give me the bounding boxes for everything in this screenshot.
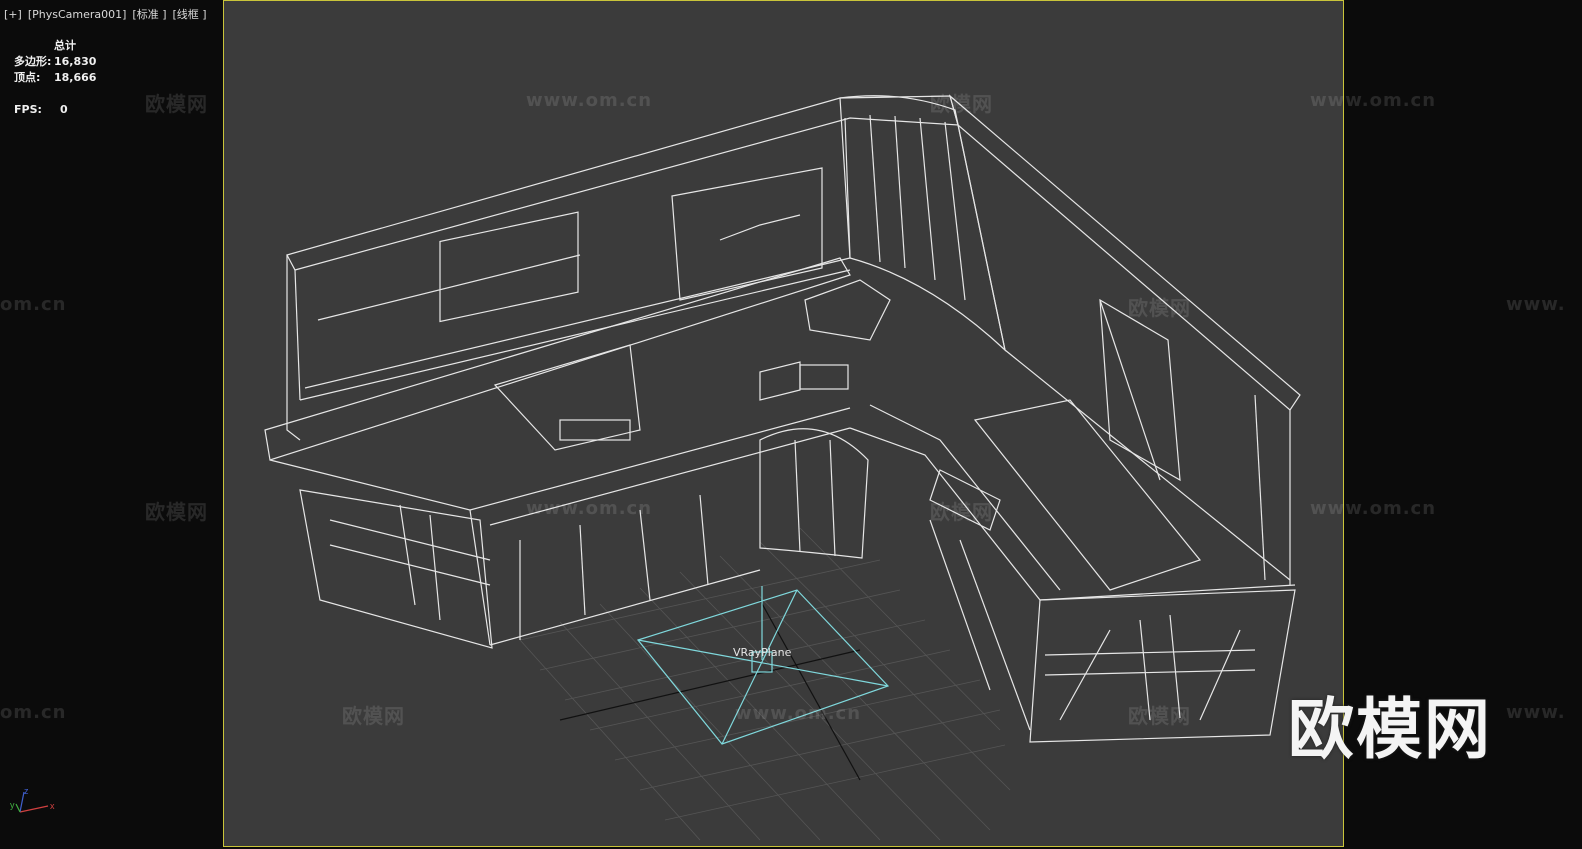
vrayplane-label[interactable]: VRayPlane xyxy=(733,646,791,659)
watermark-url: www. xyxy=(1506,294,1566,315)
y-axis-line xyxy=(15,803,21,813)
watermark-cn: 欧模网 xyxy=(145,92,208,116)
watermark-logo: 欧模网 xyxy=(1288,691,1492,768)
watermark-url: www.om.cn xyxy=(526,498,653,519)
watermark-cn: 欧模网 xyxy=(145,500,208,524)
x-axis-label: x xyxy=(50,801,55,811)
watermark-cn: 欧模网 xyxy=(1128,704,1191,728)
watermark-url: www.om.cn xyxy=(735,703,862,724)
watermark-url: www.om.cn xyxy=(526,90,653,111)
watermark-cn: 欧模网 xyxy=(930,500,993,524)
floor-grid xyxy=(519,527,1011,841)
watermark-cn: 欧模网 xyxy=(930,92,993,116)
x-axis-line xyxy=(19,805,49,813)
watermark-cn: 欧模网 xyxy=(342,704,405,728)
y-axis-label: y xyxy=(10,800,15,810)
watermark-url: om.cn xyxy=(0,294,67,315)
watermark-url: om.cn xyxy=(0,702,67,723)
watermark-cn: 欧模网 xyxy=(1128,296,1191,320)
watermark-url: www.om.cn xyxy=(1310,90,1437,111)
watermark-url: www.om.cn xyxy=(1310,498,1437,519)
watermark-url: www. xyxy=(1506,702,1566,723)
z-axis-label: z xyxy=(24,786,29,796)
axis-tripod: x z y xyxy=(10,786,55,813)
